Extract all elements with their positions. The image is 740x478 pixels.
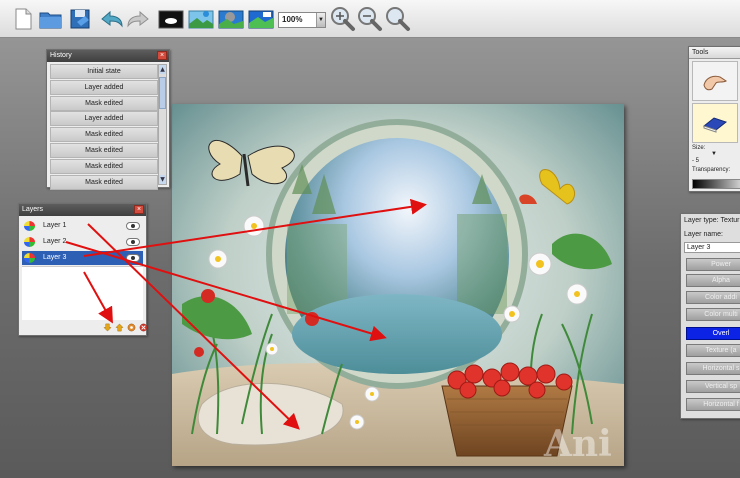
blend-button-color-add[interactable]: Color addi — [686, 291, 740, 304]
new-file-button[interactable] — [10, 6, 36, 32]
move-layer-down-icon[interactable] — [103, 323, 112, 332]
size-slider-handle[interactable]: ▼ — [711, 151, 717, 157]
layer-thumbnail-icon — [24, 253, 35, 263]
history-item[interactable]: Layer added — [50, 111, 158, 127]
history-scrollbar[interactable]: ▲ ▼ — [158, 64, 167, 185]
zoom-out-icon — [358, 7, 382, 31]
layer-name-label: Layer name: — [684, 231, 723, 238]
cloud-image-icon — [158, 10, 184, 29]
layers-empty-area — [22, 266, 143, 320]
blend-button-overlay[interactable]: Overl — [686, 327, 740, 340]
layer-properties-icon[interactable] — [127, 323, 136, 332]
blend-button-horizontal-split[interactable]: Horizontal s — [686, 362, 740, 375]
new-file-icon — [15, 8, 32, 30]
zoom-in-icon — [331, 7, 355, 31]
history-item[interactable]: Mask edited — [50, 127, 158, 143]
image-settings-button[interactable] — [248, 6, 274, 32]
zoom-fit-button[interactable] — [385, 6, 411, 32]
visibility-eye-icon[interactable] — [126, 238, 140, 246]
visibility-eye-icon[interactable] — [126, 254, 140, 262]
landscape-settings-icon — [248, 10, 274, 29]
blend-button-horizontal-flip[interactable]: Horizontal f — [686, 398, 740, 411]
redo-button[interactable] — [126, 6, 152, 32]
add-layer-from-file-button[interactable] — [218, 6, 244, 32]
history-item[interactable]: Mask edited — [50, 158, 158, 174]
layers-title-bar[interactable]: Layers × — [19, 204, 146, 216]
save-button[interactable] — [68, 6, 94, 32]
layer-row[interactable]: Layer 1 — [22, 219, 143, 233]
scroll-thumb[interactable] — [159, 77, 166, 109]
size-value: - 5 — [692, 158, 700, 164]
layer-thumbnail-icon — [24, 221, 35, 231]
close-icon[interactable]: × — [157, 51, 167, 60]
scroll-up-icon[interactable]: ▲ — [159, 65, 166, 74]
move-layer-up-icon[interactable] — [115, 323, 124, 332]
layer-row-selected[interactable]: Layer 3 — [22, 251, 143, 265]
tools-title-bar[interactable]: Tools — [689, 47, 740, 59]
main-toolbar: 100% ▼ — [0, 0, 740, 38]
save-icon — [70, 9, 90, 29]
redo-arrow-icon — [127, 10, 149, 28]
history-item[interactable]: Mask edited — [50, 174, 158, 190]
layer-actions — [103, 323, 148, 332]
history-title: History — [50, 52, 72, 59]
canvas-image[interactable]: Ani — [172, 104, 624, 466]
delete-layer-icon[interactable] — [139, 323, 148, 332]
scroll-down-icon[interactable]: ▼ — [159, 175, 166, 184]
layers-panel: Layers × Layer 1 Layer 2 Layer 3 — [18, 203, 148, 336]
transparency-label: Transparency: — [692, 167, 731, 173]
close-icon[interactable]: × — [134, 205, 144, 214]
blend-button-power[interactable]: Power — [686, 258, 740, 271]
blend-button-color-multiply[interactable]: Color multi — [686, 308, 740, 321]
eraser-icon — [702, 117, 728, 133]
history-item[interactable]: Layer added — [50, 79, 158, 95]
blend-button-vertical-split[interactable]: Vertical sp — [686, 380, 740, 393]
undo-arrow-icon — [101, 10, 123, 28]
history-title-bar[interactable]: History × — [47, 50, 169, 62]
zoom-select[interactable]: 100% ▼ — [278, 12, 326, 28]
layer-label: Layer 2 — [43, 238, 67, 245]
hand-tool-button[interactable] — [692, 61, 738, 101]
layer-thumbnail-icon — [24, 237, 35, 247]
tools-panel: Tools Size: ▼ - 5 Transparency: — [688, 46, 740, 192]
layer-row[interactable]: Layer 2 — [22, 235, 143, 249]
folder-icon — [39, 12, 62, 29]
layer-label: Layer 1 — [43, 222, 67, 229]
eraser-tool-button[interactable] — [692, 103, 738, 143]
history-item[interactable]: Initial state — [50, 64, 158, 79]
history-list: Initial state Layer added Mask edited La… — [50, 64, 158, 190]
layers-title: Layers — [22, 206, 44, 213]
visibility-eye-icon[interactable] — [126, 222, 140, 230]
open-folder-button[interactable] — [38, 6, 64, 32]
image-mode-black-button[interactable] — [158, 6, 184, 32]
landscape-add-icon — [188, 10, 214, 29]
layer-type-panel: Layer type: Textur Layer name: Layer 3 P… — [680, 213, 740, 419]
zoom-in-button[interactable] — [330, 6, 356, 32]
watermark-text: Ani — [543, 423, 612, 465]
zoom-fit-icon — [386, 7, 410, 31]
hand-icon — [703, 75, 727, 91]
composite-artwork: Ani — [172, 104, 624, 466]
history-item[interactable]: Mask edited — [50, 95, 158, 111]
undo-button[interactable] — [98, 6, 124, 32]
size-label: Size: — [692, 145, 706, 151]
photo-stack-icon — [218, 10, 244, 29]
add-image-layer-button[interactable] — [188, 6, 214, 32]
zoom-value: 100% — [282, 15, 303, 24]
layer-label: Layer 3 — [43, 254, 67, 261]
chevron-down-icon[interactable]: ▼ — [316, 13, 325, 27]
tools-title: Tools — [692, 49, 709, 56]
history-item[interactable]: Mask edited — [50, 142, 158, 158]
blend-button-texture[interactable]: Texture (a — [686, 344, 740, 357]
transparency-slider[interactable] — [692, 179, 740, 189]
blend-button-alpha[interactable]: Alpha — [686, 274, 740, 287]
layer-type-label: Layer type: Textur — [684, 217, 740, 224]
layer-name-input[interactable]: Layer 3 — [684, 242, 740, 253]
zoom-out-button[interactable] — [357, 6, 383, 32]
history-panel: History × Initial state Layer added Mask… — [46, 49, 170, 190]
